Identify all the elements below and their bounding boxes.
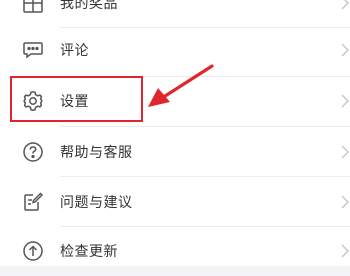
menu-item-my-prizes[interactable]: 我的奖品 (0, 0, 350, 28)
menu-item-feedback[interactable]: 问题与建议 (0, 177, 350, 227)
menu-item-comments[interactable]: 评论 (0, 25, 350, 75)
menu-item-settings[interactable]: 设置 (0, 76, 350, 126)
chevron-right-icon (341, 94, 350, 108)
comment-bubble-icon (20, 37, 46, 63)
feedback-edit-icon (20, 189, 46, 215)
menu-item-check-update[interactable]: 检查更新 (0, 226, 350, 276)
menu-item-label: 我的奖品 (60, 0, 118, 12)
settings-menu: 我的奖品 评论 设置 帮助与客服 问题与建议 检查更新 (0, 0, 350, 266)
chevron-right-icon (341, 145, 350, 159)
chevron-right-icon (341, 195, 350, 209)
menu-item-help-support[interactable]: 帮助与客服 (0, 127, 350, 177)
chevron-right-icon (341, 244, 350, 258)
arrow-up-circle-icon (20, 238, 46, 264)
menu-item-label: 评论 (60, 43, 89, 59)
question-circle-icon (20, 139, 46, 165)
menu-item-label: 设置 (60, 94, 89, 110)
chevron-right-icon (341, 43, 350, 57)
menu-item-label: 问题与建议 (60, 195, 133, 211)
menu-item-label: 帮助与客服 (60, 145, 133, 161)
gear-icon (20, 88, 46, 114)
menu-item-label: 检查更新 (60, 244, 118, 260)
chevron-right-icon (341, 0, 350, 10)
gift-icon (20, 0, 46, 16)
